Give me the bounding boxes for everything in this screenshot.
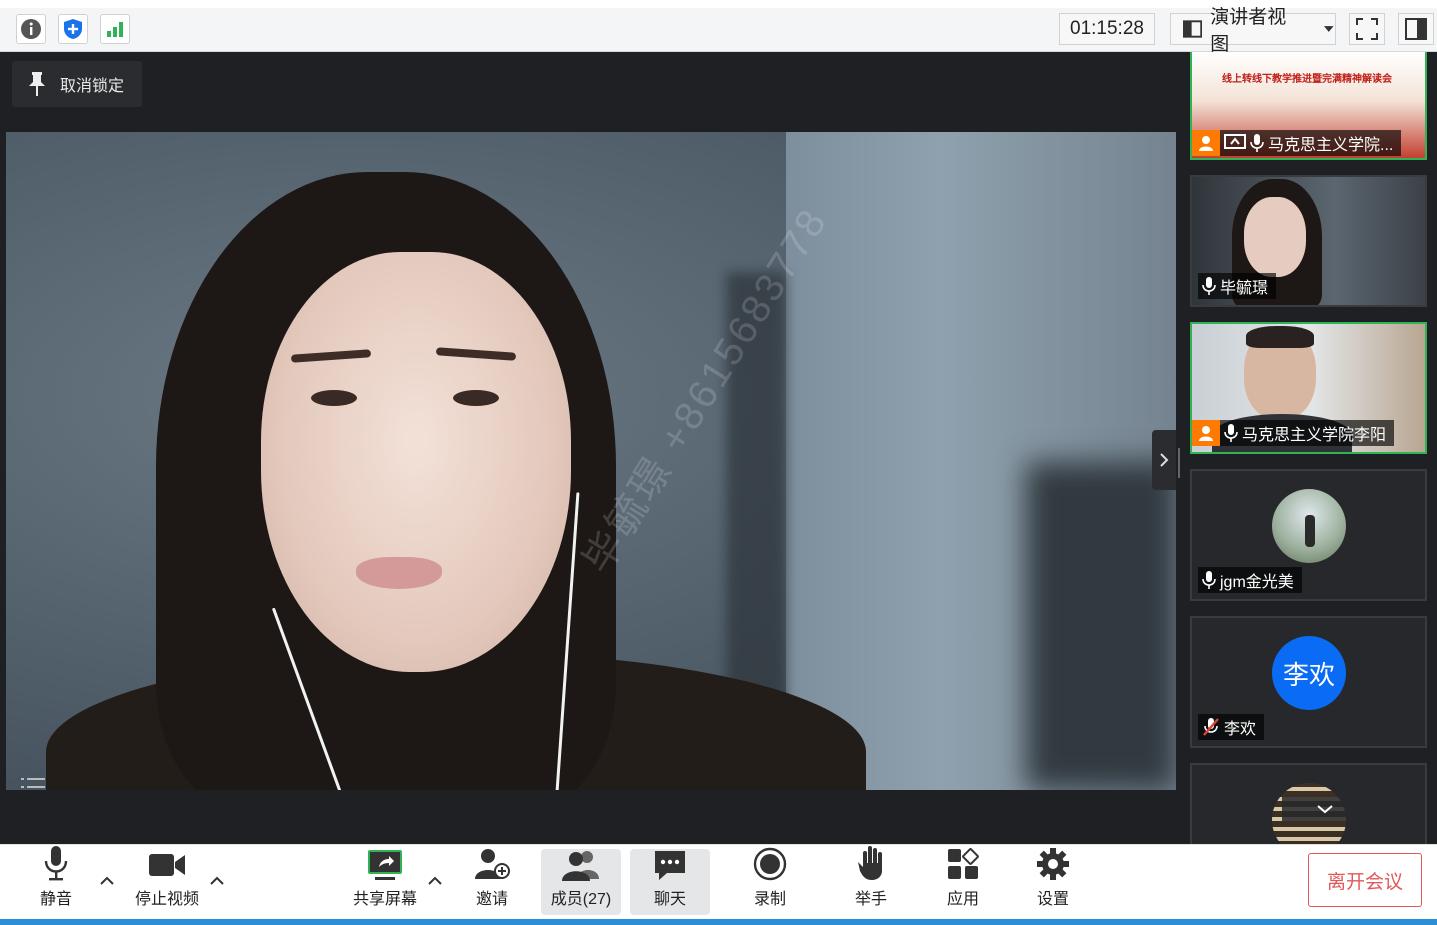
members-label: 成员(27): [550, 891, 612, 908]
chevron-right-icon: [1160, 453, 1169, 467]
participant-name-tag: 毕毓璟: [1198, 273, 1277, 299]
hand-icon: [858, 846, 882, 880]
view-mode-label: 演讲者视图: [1210, 7, 1287, 55]
participant-name: jgm金光美: [1220, 574, 1294, 591]
settings-button[interactable]: 设置: [1023, 848, 1083, 915]
meeting-timer: 01:15:28: [1059, 13, 1155, 45]
gear-icon: [1037, 848, 1069, 880]
host-badge-icon: [1192, 420, 1220, 446]
participant-tile[interactable]: 线上转线下教学推进暨完满精神解读会 马克思主义学院...: [1190, 52, 1427, 160]
security-button[interactable]: [58, 14, 88, 44]
chevron-down-icon: [1324, 26, 1335, 32]
view-mode-dropdown[interactable]: 演讲者视图: [1170, 7, 1336, 55]
chat-label: 聊天: [653, 891, 686, 908]
invite-button[interactable]: 邀请: [462, 849, 522, 915]
share-screen-button[interactable]: 共享屏幕: [348, 849, 422, 915]
sidebar-icon: [1405, 18, 1427, 40]
status-icons: [16, 14, 130, 44]
network-button[interactable]: [100, 14, 130, 44]
record-label: 录制: [753, 891, 786, 908]
shield-icon: [64, 19, 82, 39]
video-camera-icon: [149, 854, 185, 876]
participants-icon: [562, 851, 599, 881]
fullscreen-icon: [1356, 18, 1378, 40]
participant-name: 马克思主义学院...: [1268, 137, 1394, 154]
microphone-icon: [1202, 277, 1216, 295]
participant-tile[interactable]: 李欢 李欢: [1190, 616, 1427, 748]
info-button[interactable]: [16, 14, 46, 44]
participant-tile[interactable]: jgm金光美: [1190, 469, 1427, 601]
mute-button[interactable]: 静音: [26, 846, 86, 915]
share-screen-icon: [368, 850, 402, 880]
apps-button[interactable]: 应用: [933, 848, 993, 915]
slide-title: 线上转线下教学推进暨完满精神解读会: [1222, 74, 1392, 85]
fullscreen-button[interactable]: [1349, 13, 1385, 45]
signal-icon: [107, 22, 123, 37]
host-badge-icon: [1192, 130, 1220, 156]
participant-face: [1244, 197, 1306, 277]
microphone-icon: [44, 846, 68, 881]
chevron-down-icon: [1317, 805, 1333, 814]
avatar: 李欢: [1272, 636, 1346, 710]
speaker-lips: [356, 557, 442, 589]
toggle-sidebar-button[interactable]: [1398, 13, 1434, 45]
meeting-toolbar: 静音 停止视频 共享屏幕 邀请 成员(27) 聊天 录制 举手 应用 设置 离开…: [0, 844, 1437, 925]
participant-name-tag: jgm金光美: [1198, 567, 1302, 593]
microphone-muted-icon: [1203, 718, 1219, 736]
participant-name-tag: 马克思主义学院李阳: [1192, 420, 1395, 446]
raise-hand-button[interactable]: 举手: [841, 846, 901, 915]
microphone-icon: [1250, 134, 1264, 152]
raise-hand-label: 举手: [854, 891, 887, 908]
participant-name-tag: 李欢: [1198, 714, 1265, 740]
video-options-chevron-up-icon[interactable]: [209, 873, 225, 889]
speaker-eye-left: [311, 390, 357, 406]
microphone-icon: [1202, 571, 1216, 589]
chat-button[interactable]: 聊天: [630, 849, 710, 915]
speaker-eye-right: [453, 390, 499, 406]
speaker-face: [261, 252, 571, 672]
speaker-video[interactable]: 毕毓璟 +8615683778: [6, 132, 1176, 790]
apps-label: 应用: [946, 891, 979, 908]
apps-icon: [948, 848, 979, 879]
audio-options-chevron-up-icon[interactable]: [99, 873, 115, 889]
participant-tile[interactable]: 马克思主义学院李阳: [1190, 322, 1427, 454]
participant-name-tag: 马克思主义学院...: [1192, 130, 1402, 156]
pin-icon: [29, 72, 45, 96]
microphone-icon: [1224, 424, 1238, 442]
share-screen-label: 共享屏幕: [352, 891, 417, 908]
unpin-label: 取消锁定: [60, 78, 125, 95]
participant-gallery: 线上转线下教学推进暨完满精神解读会 马克思主义学院... 毕毓璟 马克思主义学院…: [1180, 52, 1437, 844]
video-background-shadow: [1026, 462, 1176, 790]
participant-tile[interactable]: 毕毓璟: [1190, 175, 1427, 307]
collapse-gallery-button[interactable]: [1152, 430, 1176, 490]
record-icon: [753, 847, 787, 881]
unpin-button[interactable]: 取消锁定: [12, 61, 142, 107]
add-user-icon: [475, 849, 510, 879]
participant-tile[interactable]: [1190, 763, 1427, 844]
list-icon[interactable]: [20, 774, 46, 790]
taskbar-strip: [0, 919, 1437, 925]
leave-meeting-button[interactable]: 离开会议: [1308, 853, 1422, 907]
invite-label: 邀请: [475, 891, 508, 908]
chat-icon: [655, 851, 685, 880]
avatar: [1272, 489, 1346, 563]
participant-name: 毕毓璟: [1220, 280, 1269, 297]
main-stage: 取消锁定 毕毓璟 +8615683778: [6, 52, 1176, 844]
settings-label: 设置: [1036, 891, 1069, 908]
participant-hair: [1246, 326, 1314, 348]
stop-video-button[interactable]: 停止视频: [128, 849, 206, 915]
stop-video-label: 停止视频: [134, 891, 199, 908]
info-icon: [21, 19, 41, 39]
participant-name: 李欢: [1224, 721, 1257, 738]
scroll-down-button[interactable]: [1282, 797, 1368, 821]
members-button[interactable]: 成员(27): [541, 849, 621, 915]
record-button[interactable]: 录制: [740, 847, 800, 915]
top-bar: 01:15:28 演讲者视图: [0, 0, 1437, 55]
mute-label: 静音: [39, 891, 72, 908]
participant-name: 马克思主义学院李阳: [1242, 427, 1387, 444]
avatar-figure: [1305, 515, 1315, 547]
speaker-view-icon: [1183, 20, 1203, 38]
screen-share-icon: [1224, 134, 1246, 149]
share-options-chevron-up-icon[interactable]: [427, 873, 443, 889]
